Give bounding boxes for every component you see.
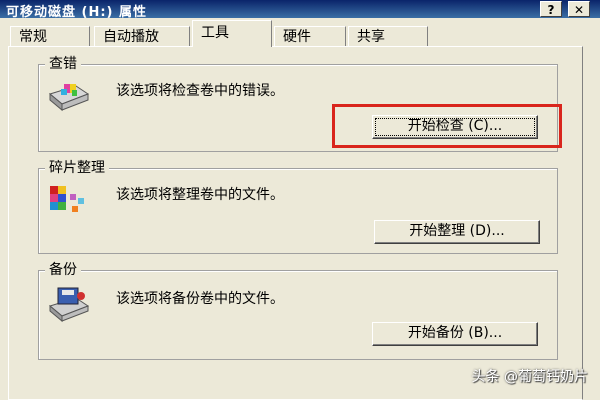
group-backup: 备份 (38, 261, 558, 360)
start-defrag-button[interactable]: 开始整理 (D)... (374, 220, 540, 244)
tab-general[interactable]: 常规 (10, 26, 90, 46)
group-legend: 碎片整理 (45, 159, 109, 177)
defragment-icon (50, 186, 84, 212)
tab-strip: 常规 自动播放 工具 硬件 共享 (0, 20, 600, 47)
error-checking-description: 该选项将检查卷中的错误。 (116, 83, 284, 99)
backup-description: 该选项将备份卷中的文件。 (116, 291, 284, 307)
help-button[interactable]: ? (540, 1, 562, 17)
start-backup-button[interactable]: 开始备份 (B)... (372, 322, 538, 346)
close-button[interactable]: ✕ (568, 1, 590, 17)
tab-autoplay[interactable]: 自动播放 (94, 26, 190, 46)
check-disk-icon (48, 84, 90, 112)
window-title: 可移动磁盘 (H:) 属性 (6, 5, 148, 20)
group-legend: 备份 (45, 261, 81, 279)
backup-icon (48, 287, 90, 323)
watermark: 头条 @葡萄钙奶片 (471, 369, 588, 385)
tab-tools[interactable]: 工具 (192, 20, 272, 47)
highlight-frame (332, 104, 562, 148)
tab-sharing[interactable]: 共享 (348, 26, 428, 46)
defragmentation-description: 该选项将整理卷中的文件。 (116, 187, 284, 203)
group-legend: 查错 (45, 55, 81, 73)
tab-hardware[interactable]: 硬件 (274, 26, 346, 46)
title-bar: 可移动磁盘 (H:) 属性 ? ✕ (0, 0, 600, 20)
